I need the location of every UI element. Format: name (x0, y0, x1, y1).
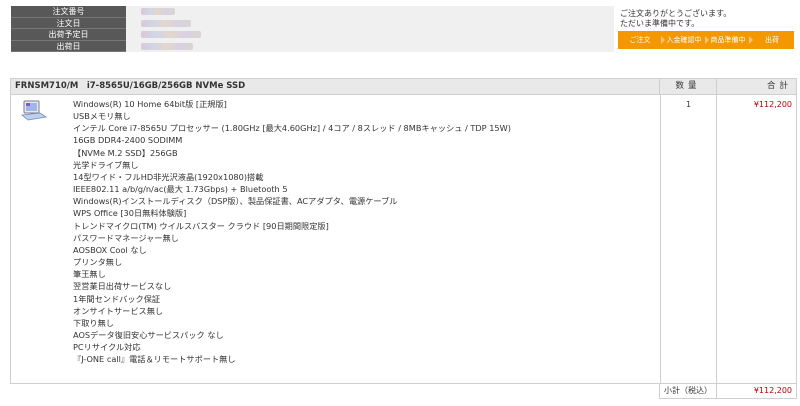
spec-item: 【NVMe M.2 SSD】256GB (73, 147, 178, 158)
order-status-message: ご注文ありがとうございます。 ただいま準備中です。 (620, 9, 731, 29)
ship-scheduled-label: 出荷予定日 (11, 29, 126, 41)
spec-item: インテル Core i7-8565U プロセッサー (1.80GHz [最大4.… (73, 123, 511, 134)
spec-item: パスワードマネージャー無し (73, 232, 179, 243)
quantity-header: 数量 (659, 79, 716, 94)
product-name: FRNSM710/M i7-8565U/16GB/256GB NVMe SSD (15, 81, 246, 91)
spec-item: 『J-ONE call』電話＆リモートサポート無し (73, 354, 236, 365)
step-payment-check: 入金確認中 (662, 31, 709, 49)
spec-item: IEEE802.11 a/b/g/n/ac(最大 1.73Gbps) + Blu… (73, 184, 288, 195)
spec-item: 14型ワイド・フルHD非光沢液晶(1920x1080)搭載 (73, 171, 264, 182)
step-preparing: 商品準備中 (706, 31, 753, 49)
order-number-value (126, 6, 614, 18)
laptop-icon (21, 100, 47, 121)
ship-date-label: 出荷日 (11, 40, 126, 52)
spec-item: 16GB DDR4-2400 SODIMM (73, 135, 183, 146)
thanks-line-1: ご注文ありがとうございます。 (620, 9, 732, 18)
thanks-line-2: ただいま準備中です。 (620, 19, 700, 28)
spec-item: 筆王無し (73, 269, 106, 280)
spec-item: 光学ドライブ無し (73, 159, 139, 170)
product-table-header: FRNSM710/M i7-8565U/16GB/256GB NVMe SSD … (11, 79, 796, 95)
spec-item: オンサイトサービス無し (73, 305, 164, 316)
step-ordered: ご注文 (618, 31, 665, 49)
spec-item: AOSBOX Cool なし (73, 244, 147, 255)
order-progress-steps: ご注文 入金確認中 商品準備中 出荷 (618, 31, 794, 49)
spec-item: Windows(R)インストールディスク（DSP版）、製品保証書、ACアダプタ、… (73, 196, 398, 207)
redacted-value (141, 42, 193, 50)
spec-list: Windows(R) 10 Home 64bit版 [正規版] USBメモリ無し… (73, 98, 511, 365)
order-number-row: 注文番号 (11, 6, 614, 18)
ship-date-row: 出荷日 (11, 40, 614, 53)
order-date-label: 注文日 (11, 17, 126, 29)
product-details: Windows(R) 10 Home 64bit版 [正規版] USBメモリ無し… (11, 95, 660, 384)
quantity-value: 1 (660, 95, 716, 384)
redacted-value (141, 8, 175, 15)
product-table: FRNSM710/M i7-8565U/16GB/256GB NVMe SSD … (10, 78, 797, 384)
step-shipped: 出荷 (765, 36, 779, 44)
spec-item: PCリサイクル対応 (73, 342, 141, 353)
subtotal-row: 小計（税込） ¥112,200 (659, 384, 797, 399)
spec-item: Windows(R) 10 Home 64bit版 [正規版] (73, 99, 227, 109)
ship-date-value (126, 41, 614, 53)
total-value: ¥112,200 (716, 95, 796, 384)
order-number-label: 注文番号 (11, 6, 126, 18)
order-date-value (126, 18, 614, 30)
spec-item: プリンタ無し (73, 257, 123, 268)
ship-scheduled-row: 出荷予定日 (11, 29, 614, 41)
subtotal-value: ¥112,200 (716, 384, 796, 398)
spec-item: WPS Office [30日無料体験版] (73, 208, 187, 219)
spec-item: 下取り無し (73, 317, 114, 328)
spec-item: USBメモリ無し (73, 111, 131, 122)
spec-item: AOSデータ復旧安心サービスパック なし (73, 329, 224, 340)
order-date-row: 注文日 (11, 17, 614, 30)
ship-scheduled-value (126, 29, 614, 41)
total-header: 合計 (716, 79, 796, 94)
product-row: Windows(R) 10 Home 64bit版 [正規版] USBメモリ無し… (11, 95, 796, 384)
subtotal-label: 小計（税込） (660, 384, 716, 398)
spec-item: 1年間センドバック保証 (73, 293, 161, 304)
spec-item: 翌営業日出荷サービスなし (73, 281, 172, 292)
order-info-panel: 注文番号 注文日 出荷予定日 出荷日 (11, 6, 614, 52)
redacted-value (141, 31, 201, 38)
spec-item: トレンドマイクロ(TM) ウイルスバスター クラウド [90日期間限定版] (73, 220, 329, 231)
redacted-value (141, 19, 191, 27)
